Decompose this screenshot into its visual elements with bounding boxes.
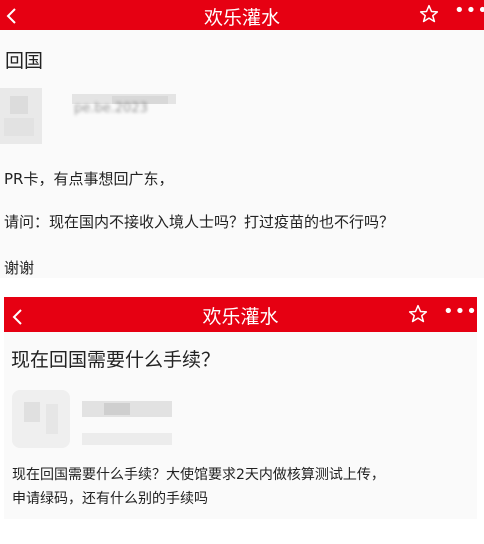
more-dots-icon[interactable]: •••	[454, 2, 484, 20]
page-title: 欢乐灌水	[203, 7, 280, 29]
post-body-line: 请问：现在国内不接收入境人士吗？打过疫苗的也不行吗？	[4, 213, 395, 231]
post-body-line: PR卡，有点事想回广东，	[4, 170, 174, 188]
top-bar: 欢乐灌水 •••	[4, 297, 477, 332]
post-body: 现在回国需要什么手续？大使馆要求2天内做核算测试上传， 申请绿码，还有什么别的手…	[12, 463, 385, 511]
post-panel-1: 欢乐灌水 ••• 回国 pe.be.2023 PR卡，有点事想回广东， 请问：现…	[0, 0, 484, 278]
top-bar: 欢乐灌水 •••	[0, 0, 484, 30]
page-title: 欢乐灌水	[202, 306, 279, 328]
blurred-name-block	[104, 403, 130, 415]
post-body-line: 现在回国需要什么手续？大使馆要求2天内做核算测试上传，	[12, 467, 385, 483]
username[interactable]: pe.be.2023	[74, 101, 148, 116]
blurred-meta-block	[82, 433, 172, 445]
post-title: 回国	[5, 50, 44, 72]
avatar[interactable]	[0, 88, 42, 144]
more-dots-icon[interactable]: •••	[443, 303, 478, 321]
post-body-line: 申请绿码，还有什么别的手续吗	[12, 491, 208, 507]
favorite-star-icon[interactable]	[408, 304, 428, 328]
favorite-star-icon[interactable]	[419, 4, 439, 28]
post-title: 现在回国需要什么手续？	[11, 349, 221, 371]
post-body-line: 谢谢	[4, 259, 35, 277]
post-panel-2: 欢乐灌水 ••• 现在回国需要什么手续？ 现在回国需要什么手续？大使馆要求2天内…	[4, 297, 477, 519]
avatar[interactable]	[12, 390, 70, 448]
